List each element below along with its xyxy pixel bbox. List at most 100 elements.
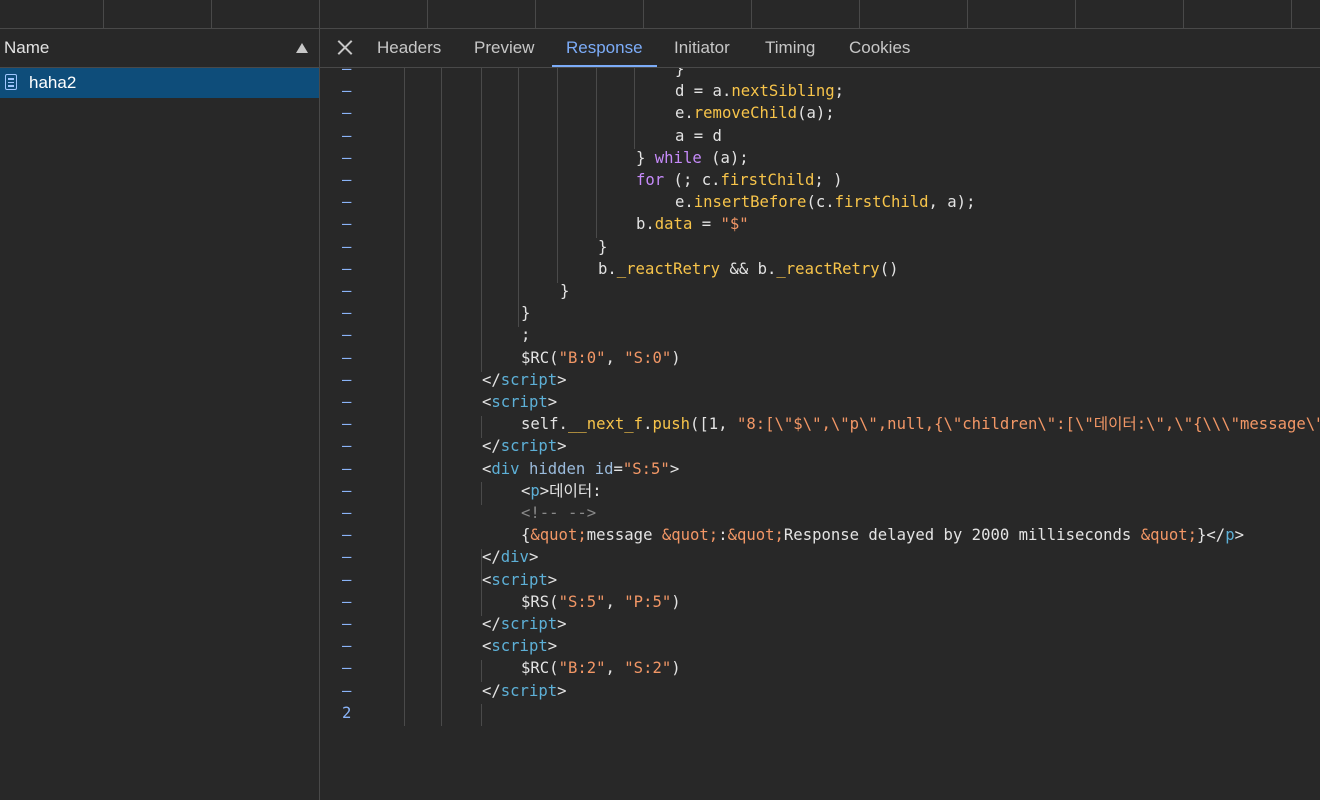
code-token: script	[500, 437, 558, 455]
code-token: $RC(	[521, 349, 559, 367]
code-token: ; )	[814, 171, 843, 189]
code-token: <!-- -->	[521, 504, 597, 522]
timeline-tick	[1183, 0, 1184, 28]
code-token: }	[560, 282, 570, 300]
code-token: }	[598, 238, 608, 256]
code-line: </script>	[320, 369, 1320, 391]
code-token: div	[491, 460, 520, 478]
code-token: }	[521, 304, 531, 322]
sort-ascending-icon[interactable]	[296, 43, 308, 53]
code-token: div	[500, 548, 529, 566]
code-token: </	[482, 371, 501, 389]
code-token: >	[1234, 526, 1244, 544]
code-token: a = d	[675, 127, 722, 145]
code-line: <script>	[320, 391, 1320, 413]
code-token: firstChild	[834, 193, 929, 211]
code-token: <	[482, 393, 492, 411]
code-token: >	[557, 682, 567, 700]
code-token: {	[521, 526, 531, 544]
code-token: }</	[1197, 526, 1226, 544]
name-column-header[interactable]: Name	[0, 29, 319, 68]
code-token: hidden	[528, 460, 586, 478]
code-line: <p>데이터:	[320, 480, 1320, 502]
code-token: p	[530, 482, 540, 500]
code-token: &quot;	[1140, 526, 1198, 544]
code-token: script	[500, 371, 558, 389]
code-token: ;	[834, 82, 845, 100]
request-row-selected[interactable]: haha2	[0, 68, 319, 98]
code-token: e.	[675, 104, 694, 122]
close-icon[interactable]	[332, 35, 358, 61]
code-line: }	[320, 280, 1320, 302]
timeline-tick	[1291, 0, 1292, 28]
code-token: <	[482, 571, 492, 589]
code-token: ,	[605, 593, 625, 611]
code-line: </script>	[320, 613, 1320, 635]
code-token: >	[557, 371, 567, 389]
code-line: ;	[320, 324, 1320, 346]
tab-response[interactable]: Response	[552, 29, 657, 67]
code-token: <	[521, 482, 531, 500]
code-token: <	[482, 637, 492, 655]
name-column-label: Name	[4, 38, 50, 57]
tab-preview[interactable]: Preview	[474, 29, 534, 67]
code-token: &quot;	[661, 526, 719, 544]
response-code-viewer[interactable]: –} – d = a.nextSibling; – e.removeChild(a); –…	[320, 68, 1320, 800]
code-line: self.__next_f.push([1, "8:[\"$\",\"p\",n…	[320, 413, 1320, 435]
tab-cookies[interactable]: Cookies	[849, 29, 910, 67]
code-token: >	[669, 460, 680, 478]
waterfall-header-strip	[0, 0, 1320, 29]
code-token: "S:2"	[624, 659, 672, 677]
code-token: (a);	[797, 104, 835, 122]
code-line: </script>	[320, 680, 1320, 702]
code-token: </	[482, 682, 501, 700]
code-token: $RC(	[521, 659, 559, 677]
code-token: </	[482, 548, 501, 566]
tab-headers[interactable]: Headers	[377, 29, 441, 67]
code-token: self.	[521, 415, 568, 433]
timeline-tick	[319, 0, 320, 28]
code-token: (a);	[701, 149, 749, 167]
code-line: <div hidden id="S:5">	[320, 458, 1320, 480]
tab-initiator[interactable]: Initiator	[674, 29, 730, 67]
code-token: insertBefore	[693, 193, 807, 211]
code-token: )	[671, 349, 681, 367]
code-token: && b.	[720, 260, 777, 278]
code-line: $RC("B:0", "S:0")	[320, 347, 1320, 369]
code-token: =	[613, 460, 623, 478]
timeline-tick	[535, 0, 536, 28]
code-token: }	[636, 149, 655, 167]
code-token: &quot;	[530, 526, 587, 544]
request-name: haha2	[29, 73, 77, 92]
code-token: push	[652, 415, 691, 433]
tab-timing[interactable]: Timing	[765, 29, 815, 67]
code-token: Response delayed by 2000 milliseconds	[783, 526, 1141, 544]
code-token: p	[1225, 526, 1235, 544]
code-line: } while (a);	[320, 147, 1320, 169]
timeline-tick	[211, 0, 212, 28]
code-line: <script>	[320, 635, 1320, 657]
code-token: for	[636, 171, 665, 189]
code-token: ,	[605, 659, 625, 677]
code-token: >	[557, 437, 567, 455]
code-line: $RS("S:5", "P:5")	[320, 591, 1320, 613]
request-list-pane: Name haha2	[0, 29, 320, 800]
code-token: ([1,	[690, 415, 737, 433]
code-token: ()	[879, 260, 899, 278]
code-token: (; c.	[664, 171, 721, 189]
code-token: script	[491, 393, 548, 411]
code-token: firstChild	[720, 171, 815, 189]
code-token: data	[654, 215, 693, 233]
code-token: :	[718, 526, 728, 544]
code-line: <script>	[320, 569, 1320, 591]
code-line: d = a.nextSibling;	[320, 80, 1320, 102]
code-token: "P:5"	[624, 593, 672, 611]
code-token: >데이터:	[539, 482, 602, 500]
code-token: </	[482, 615, 501, 633]
code-line: b.data = "$"	[320, 213, 1320, 235]
code-token: __next_f	[567, 415, 644, 433]
timeline-tick	[1075, 0, 1076, 28]
code-token: message	[586, 526, 662, 544]
code-token: e.	[675, 193, 694, 211]
